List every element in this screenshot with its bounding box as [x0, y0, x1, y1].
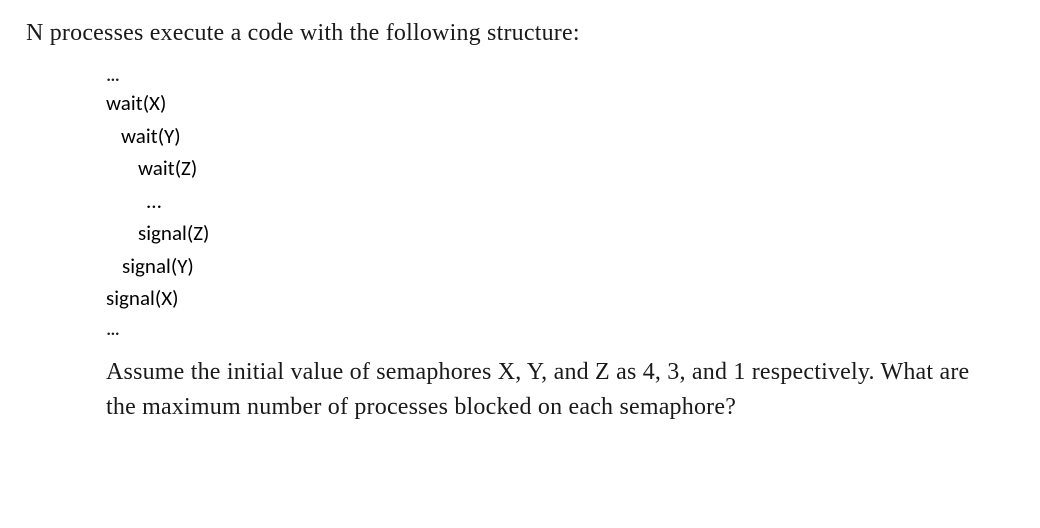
code-line-wait-y: wait(Y)	[106, 120, 998, 153]
code-line-wait-x: wait(X)	[106, 87, 998, 120]
ellipsis-bottom: ...	[106, 315, 998, 341]
question-text: Assume the initial value of semaphores X…	[106, 355, 998, 425]
code-line-ellipsis-mid: ...	[106, 185, 998, 218]
code-line-signal-y: signal(Y)	[106, 250, 998, 283]
code-block: wait(X) wait(Y) wait(Z) ... signal(Z) si…	[106, 87, 998, 315]
code-line-wait-z: wait(Z)	[106, 152, 998, 185]
ellipsis-top: ...	[106, 61, 998, 87]
code-line-signal-x: signal(X)	[106, 282, 998, 315]
intro-text: N processes execute a code with the foll…	[26, 20, 998, 47]
code-line-signal-z: signal(Z)	[106, 217, 998, 250]
